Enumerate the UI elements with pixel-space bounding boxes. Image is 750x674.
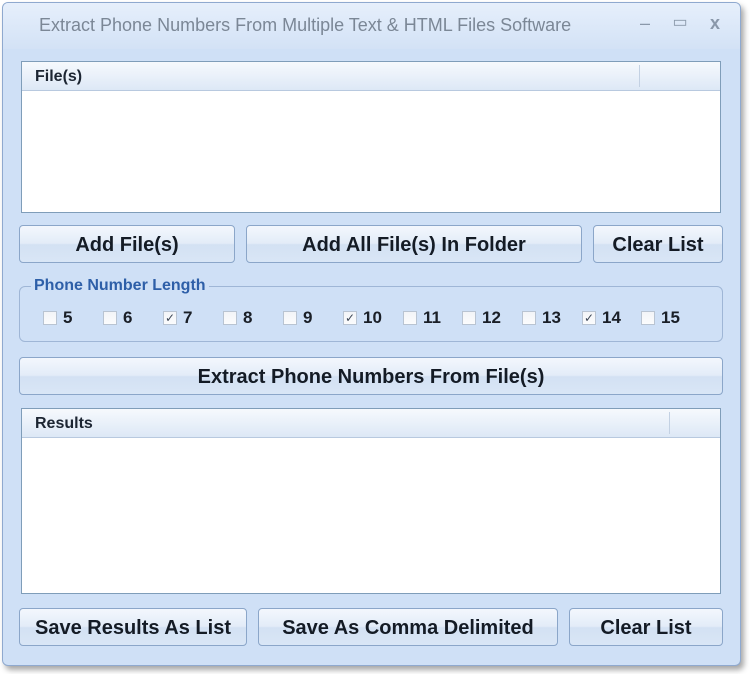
close-button[interactable]: x: [705, 13, 725, 33]
minimize-button[interactable]: –: [635, 13, 655, 33]
files-column-header[interactable]: File(s): [35, 68, 82, 86]
clear-files-button[interactable]: Clear List: [593, 225, 723, 263]
app-window: Extract Phone Numbers From Multiple Text…: [2, 2, 741, 666]
length-checkbox-10[interactable]: ✓ 10: [343, 308, 382, 327]
length-checkbox-12[interactable]: 12: [462, 308, 501, 327]
checkbox-icon[interactable]: [283, 311, 297, 325]
window-title: Extract Phone Numbers From Multiple Text…: [39, 15, 572, 35]
column-separator[interactable]: [639, 65, 640, 87]
length-checkbox-13[interactable]: 13: [522, 308, 561, 327]
length-checkbox-5[interactable]: 5: [43, 308, 72, 327]
title-bar[interactable]: Extract Phone Numbers From Multiple Text…: [3, 3, 740, 49]
checkbox-icon[interactable]: [462, 311, 476, 325]
add-folder-button[interactable]: Add All File(s) In Folder: [246, 225, 582, 263]
length-checkbox-11[interactable]: 11: [403, 308, 441, 327]
files-list-header: File(s): [22, 62, 720, 91]
length-checkbox-14[interactable]: ✓ 14: [582, 308, 621, 327]
save-comma-button[interactable]: Save As Comma Delimited: [258, 608, 558, 646]
extract-button[interactable]: Extract Phone Numbers From File(s): [19, 357, 723, 395]
results-column-header[interactable]: Results: [35, 415, 93, 433]
checkmark-icon[interactable]: ✓: [582, 311, 596, 325]
phone-length-label: Phone Number Length: [31, 277, 209, 295]
checkmark-icon[interactable]: ✓: [343, 311, 357, 325]
maximize-button[interactable]: ▭: [670, 13, 690, 33]
checkbox-icon[interactable]: [641, 311, 655, 325]
length-checkbox-9[interactable]: 9: [283, 308, 312, 327]
checkbox-icon[interactable]: [223, 311, 237, 325]
checkmark-icon[interactable]: ✓: [163, 311, 177, 325]
clear-results-button[interactable]: Clear List: [569, 608, 723, 646]
column-separator[interactable]: [669, 412, 670, 434]
length-checkbox-6[interactable]: 6: [103, 308, 132, 327]
results-listview[interactable]: Results: [21, 408, 721, 594]
checkbox-icon[interactable]: [403, 311, 417, 325]
checkbox-icon[interactable]: [522, 311, 536, 325]
checkbox-icon[interactable]: [103, 311, 117, 325]
length-checkbox-15[interactable]: 15: [641, 308, 680, 327]
save-list-button[interactable]: Save Results As List: [19, 608, 247, 646]
length-checkbox-8[interactable]: 8: [223, 308, 252, 327]
add-files-button[interactable]: Add File(s): [19, 225, 235, 263]
length-checkbox-7[interactable]: ✓ 7: [163, 308, 192, 327]
files-listview[interactable]: File(s): [21, 61, 721, 213]
results-list-header: Results: [22, 409, 720, 438]
checkbox-icon[interactable]: [43, 311, 57, 325]
